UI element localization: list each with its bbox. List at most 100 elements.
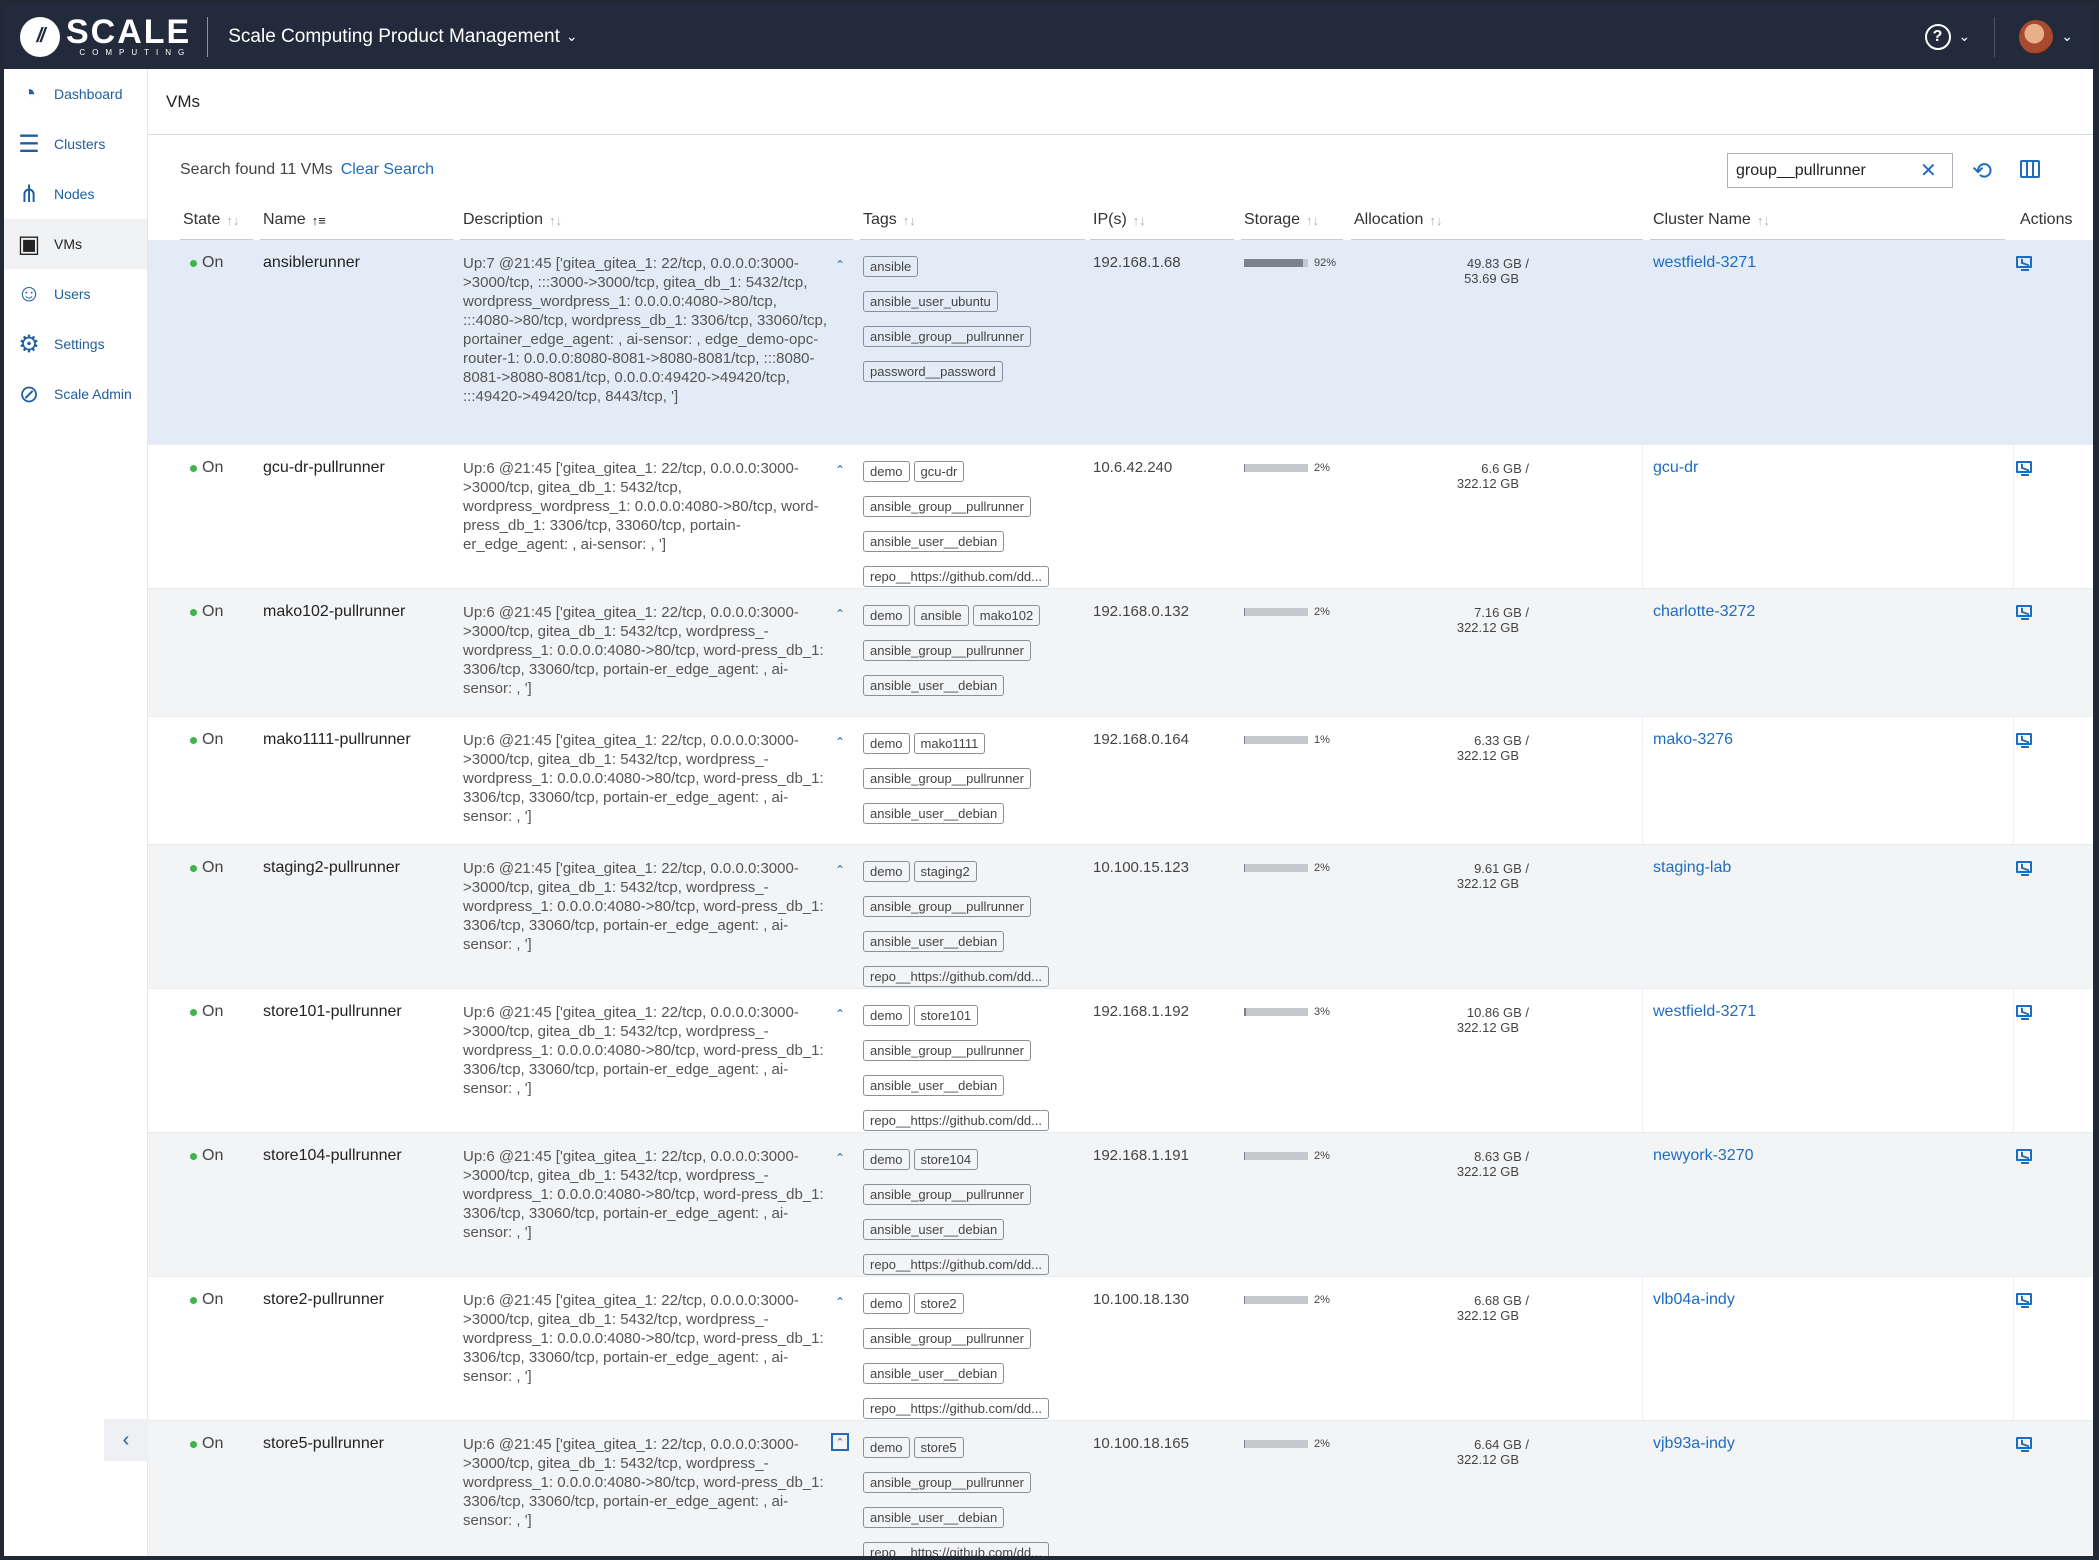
collapse-description-icon[interactable]: ⌃ — [831, 1433, 849, 1451]
tag-chip[interactable]: repo__https://github.com/dd... — [863, 566, 1049, 587]
tag-chip[interactable]: mako102 — [972, 605, 1041, 626]
tag-chip[interactable]: ansible_user__debian — [863, 1363, 1005, 1384]
sidebar-item-settings[interactable]: ⚙ Settings — [4, 319, 147, 369]
org-switcher[interactable]: Scale Computing Product Management ⌄ — [228, 26, 577, 48]
console-icon[interactable] — [2016, 1005, 2034, 1021]
tag-chip[interactable]: repo__https://github.com/dd... — [863, 1254, 1049, 1275]
tag-chip[interactable]: demo — [863, 461, 910, 482]
tag-chip[interactable]: ansible_group__pullrunner — [863, 768, 1031, 789]
tag-chip[interactable]: ansible_group__pullrunner — [863, 1328, 1031, 1349]
table-row[interactable]: On gcu-dr-pullrunner Up:6 @21:45 ['gitea_g… — [148, 445, 2093, 589]
sidebar-item-vms[interactable]: ▣ VMs — [4, 219, 147, 269]
refresh-icon[interactable]: ⟲ — [1972, 157, 1992, 186]
console-icon[interactable] — [2016, 733, 2034, 749]
table-row[interactable]: On store104-pullrunner Up:6 @21:45 ['gitea… — [148, 1133, 2093, 1277]
cluster-link[interactable]: newyork-3270 — [1653, 1147, 1754, 1165]
table-row[interactable]: On store5-pullrunner Up:6 @21:45 ['gitea_g… — [148, 1421, 2093, 1556]
tag-chip[interactable]: repo__https://github.com/dd... — [863, 1398, 1049, 1419]
tag-chip[interactable]: store2 — [913, 1293, 964, 1314]
cluster-link[interactable]: westfield-3271 — [1653, 254, 1756, 272]
sidebar-item-users[interactable]: ☺ Users — [4, 269, 147, 319]
scale-logo[interactable]: // SCALE COMPUTING — [20, 4, 191, 69]
col-header-allocation[interactable]: Allocation ↑↓ — [1354, 209, 1442, 231]
console-icon[interactable] — [2016, 1149, 2034, 1165]
sidebar-item-nodes[interactable]: ⋔ Nodes — [4, 169, 147, 219]
console-icon[interactable] — [2016, 605, 2034, 621]
tag-chip[interactable]: store104 — [913, 1149, 979, 1170]
tag-chip[interactable]: demo — [863, 733, 910, 754]
collapse-sidebar-button[interactable]: ‹ — [104, 1419, 148, 1461]
console-icon[interactable] — [2016, 461, 2034, 477]
tag-chip[interactable]: store101 — [913, 1005, 979, 1026]
tag-chip[interactable]: demo — [863, 605, 910, 626]
collapse-description-icon[interactable]: ⌃ — [831, 1293, 849, 1311]
tag-chip[interactable]: demo — [863, 1293, 910, 1314]
collapse-description-icon[interactable]: ⌃ — [831, 733, 849, 751]
table-row[interactable]: On mako1111-pullrunner Up:6 @21:45 ['gitea… — [148, 717, 2093, 845]
tag-chip[interactable]: ansible_user__debian — [863, 1075, 1005, 1096]
collapse-description-icon[interactable]: ⌃ — [831, 861, 849, 879]
tag-chip[interactable]: repo__https://github.com/dd... — [863, 966, 1049, 987]
search-input[interactable] — [1736, 161, 1916, 180]
collapse-description-icon[interactable]: ⌃ — [831, 256, 849, 274]
cluster-link[interactable]: vlb04a-indy — [1653, 1291, 1735, 1309]
tag-chip[interactable]: ansible_user__debian — [863, 531, 1005, 552]
tag-chip[interactable]: repo__https://github.com/dd... — [863, 1110, 1049, 1131]
col-header-tags[interactable]: Tags ↑↓ — [863, 209, 916, 231]
col-header-storage[interactable]: Storage ↑↓ — [1244, 209, 1319, 231]
cluster-link[interactable]: staging-lab — [1653, 859, 1731, 877]
col-header-name[interactable]: Name ↑≡ — [263, 209, 326, 231]
tag-chip[interactable]: ansible_user__debian — [863, 931, 1005, 952]
tag-chip[interactable]: ansible_group__pullrunner — [863, 640, 1031, 661]
console-icon[interactable] — [2016, 861, 2034, 877]
tag-chip[interactable]: store5 — [913, 1437, 964, 1458]
table-row[interactable]: On staging2-pullrunner Up:6 @21:45 ['gitea… — [148, 845, 2093, 989]
sidebar-item-dashboard[interactable]: ◔ Dashboard — [4, 69, 147, 119]
collapse-description-icon[interactable]: ⌃ — [831, 605, 849, 623]
tag-chip[interactable]: ansible_user__debian — [863, 1219, 1005, 1240]
console-icon[interactable] — [2016, 256, 2034, 272]
user-menu[interactable]: ⌄ — [1995, 19, 2093, 54]
tag-chip[interactable]: ansible_group__pullrunner — [863, 896, 1031, 917]
col-header-state[interactable]: State ↑↓ — [183, 209, 239, 231]
help-menu[interactable]: ? ⌄ — [1901, 23, 1995, 50]
tag-chip[interactable]: repo__https://github.com/dd... — [863, 1542, 1049, 1556]
tag-chip[interactable]: ansible_user__debian — [863, 675, 1005, 696]
tag-chip[interactable]: staging2 — [913, 861, 977, 882]
table-row[interactable]: On store101-pullrunner Up:6 @21:45 ['gitea… — [148, 989, 2093, 1133]
tag-chip[interactable]: ansible — [863, 256, 919, 277]
tag-chip[interactable]: ansible — [913, 605, 969, 626]
sidebar-item-clusters[interactable]: ☰ Clusters — [4, 119, 147, 169]
table-row[interactable]: On mako102-pullrunner Up:6 @21:45 ['gitea_… — [148, 589, 2093, 717]
col-header-description[interactable]: Description ↑↓ — [463, 209, 562, 231]
tag-chip[interactable]: ansible_user__debian — [863, 1507, 1005, 1528]
tag-chip[interactable]: password__password — [863, 361, 1003, 382]
tag-chip[interactable]: ansible_group__pullrunner — [863, 326, 1031, 347]
columns-toggle-icon[interactable] — [2020, 160, 2040, 178]
collapse-description-icon[interactable]: ⌃ — [831, 1149, 849, 1167]
clear-search-icon[interactable]: ✕ — [1920, 158, 1937, 183]
cluster-link[interactable]: gcu-dr — [1653, 459, 1698, 477]
search-input-box[interactable]: ✕ — [1727, 153, 1953, 188]
col-header-cluster[interactable]: Cluster Name ↑↓ — [1653, 209, 1770, 231]
tag-chip[interactable]: ansible_user__debian — [863, 803, 1005, 824]
tag-chip[interactable]: demo — [863, 1005, 910, 1026]
console-icon[interactable] — [2016, 1437, 2034, 1453]
cluster-link[interactable]: charlotte-3272 — [1653, 603, 1755, 621]
tag-chip[interactable]: ansible_group__pullrunner — [863, 1040, 1031, 1061]
console-icon[interactable] — [2016, 1293, 2034, 1309]
tag-chip[interactable]: ansible_user_ubuntu — [863, 291, 998, 312]
col-header-ips[interactable]: IP(s) ↑↓ — [1093, 209, 1146, 231]
tag-chip[interactable]: ansible_group__pullrunner — [863, 496, 1031, 517]
table-row[interactable]: On ansiblerunner Up:7 @21:45 ['gitea_gitea… — [148, 240, 2093, 445]
tag-chip[interactable]: demo — [863, 1149, 910, 1170]
cluster-link[interactable]: vjb93a-indy — [1653, 1435, 1735, 1453]
tag-chip[interactable]: demo — [863, 861, 910, 882]
cluster-link[interactable]: westfield-3271 — [1653, 1003, 1756, 1021]
tag-chip[interactable]: ansible_group__pullrunner — [863, 1472, 1031, 1493]
tag-chip[interactable]: demo — [863, 1437, 910, 1458]
sidebar-item-scale-admin[interactable]: ⊘ Scale Admin — [4, 369, 147, 419]
tag-chip[interactable]: gcu-dr — [913, 461, 965, 482]
collapse-description-icon[interactable]: ⌃ — [831, 461, 849, 479]
collapse-description-icon[interactable]: ⌃ — [831, 1005, 849, 1023]
